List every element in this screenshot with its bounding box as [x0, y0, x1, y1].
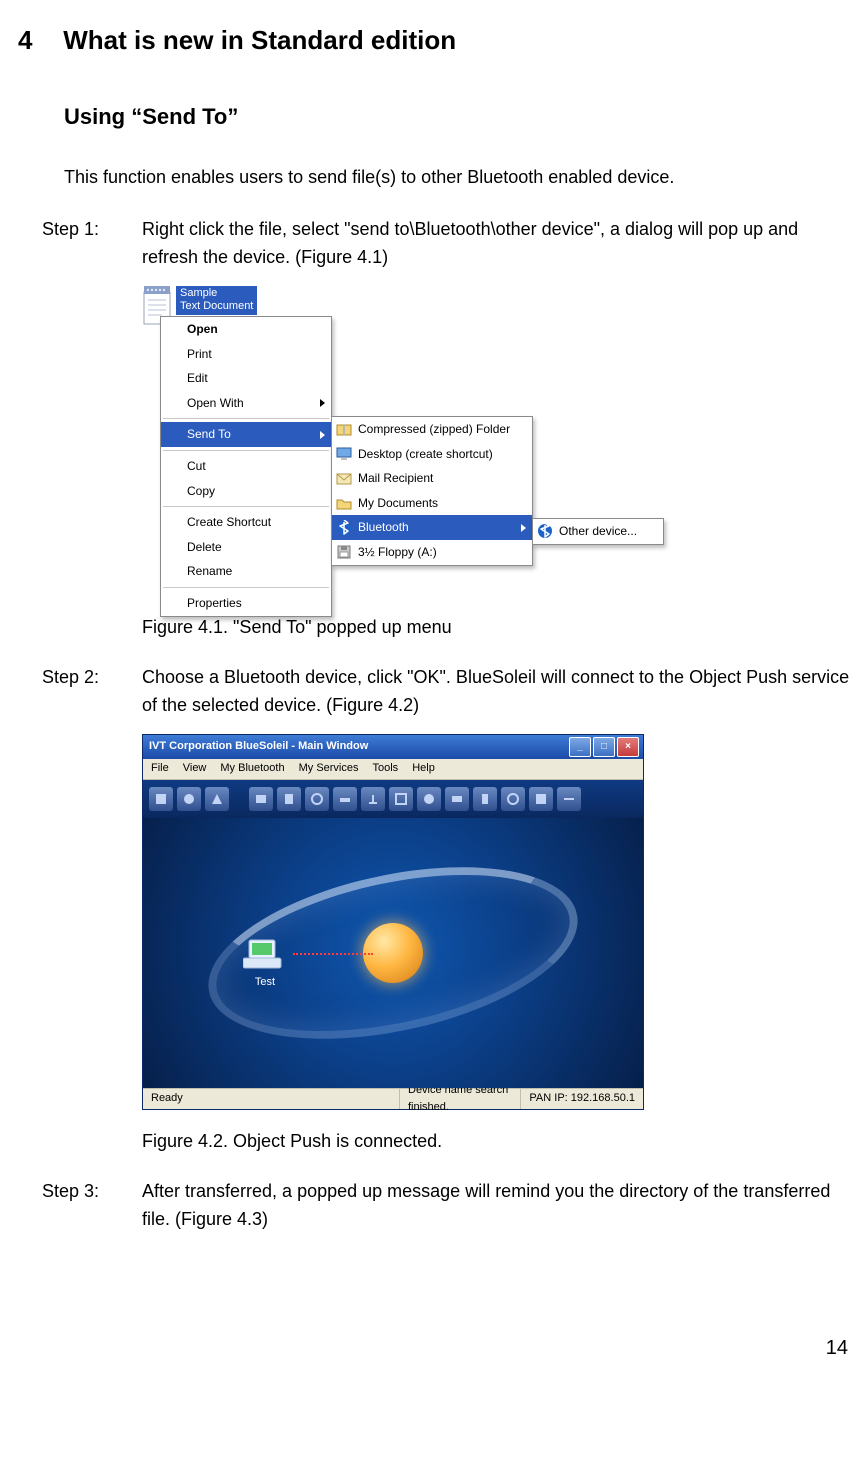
- menu-separator: [163, 450, 329, 451]
- bluetooth-icon: [537, 523, 553, 539]
- menu-mybluetooth[interactable]: My Bluetooth: [220, 760, 284, 777]
- remote-device[interactable]: Test: [243, 936, 287, 991]
- window-statusbar: Ready Device name search finished. PAN I…: [143, 1088, 643, 1109]
- menu-file[interactable]: File: [151, 760, 169, 777]
- menu-rename[interactable]: Rename: [161, 559, 331, 584]
- computer-icon: [243, 936, 287, 974]
- bt-other-device[interactable]: Other device...: [533, 519, 663, 544]
- zip-folder-icon: [336, 421, 352, 437]
- toolbar-icon[interactable]: [149, 787, 173, 811]
- step-2: Step 2: Choose a Bluetooth device, click…: [42, 664, 854, 720]
- page-number: 14: [18, 1333, 854, 1364]
- folder-icon: [336, 495, 352, 511]
- file-label: Sample Text Document: [176, 286, 257, 315]
- menu-separator: [163, 418, 329, 419]
- menu-print[interactable]: Print: [161, 342, 331, 367]
- maximize-button[interactable]: □: [593, 737, 615, 757]
- figure-4-1-caption: Figure 4.1. "Send To" popped up menu: [142, 614, 854, 642]
- toolbar-icon[interactable]: [501, 787, 525, 811]
- chevron-right-icon: [320, 399, 325, 407]
- toolbar-icon[interactable]: [529, 787, 553, 811]
- device-label: Test: [243, 974, 287, 991]
- step-1-text: Right click the file, select "send to\Bl…: [142, 216, 854, 272]
- step-3: Step 3: After transferred, a popped up m…: [42, 1178, 854, 1234]
- desktop-icon: [336, 446, 352, 462]
- connection-line-icon: [293, 953, 373, 955]
- toolbar-icon[interactable]: [333, 787, 357, 811]
- chevron-right-icon: [320, 431, 325, 439]
- chevron-right-icon: [521, 524, 526, 532]
- context-menu: Open Print Edit Open With Send To Cut Co…: [160, 316, 332, 617]
- toolbar-icon[interactable]: [445, 787, 469, 811]
- toolbar-icon[interactable]: [205, 787, 229, 811]
- menu-open[interactable]: Open: [161, 317, 331, 342]
- menu-tools[interactable]: Tools: [373, 760, 399, 777]
- bluetooth-submenu: Other device...: [532, 518, 664, 545]
- toolbar-icon[interactable]: [277, 787, 301, 811]
- status-center: Device name search finished.: [400, 1089, 521, 1109]
- figure-4-1: Sample Text Document Open Print Edit Ope…: [142, 286, 732, 596]
- bluetooth-icon: [336, 520, 352, 536]
- floppy-icon: [336, 544, 352, 560]
- section-number: 4: [18, 20, 56, 60]
- menu-delete[interactable]: Delete: [161, 535, 331, 560]
- menu-create-shortcut[interactable]: Create Shortcut: [161, 510, 331, 535]
- mail-icon: [336, 471, 352, 487]
- window-titlebar: IVT Corporation BlueSoleil - Main Window…: [143, 735, 643, 759]
- step-1: Step 1: Right click the file, select "se…: [42, 216, 854, 272]
- menu-copy[interactable]: Copy: [161, 479, 331, 504]
- close-button[interactable]: ×: [617, 737, 639, 757]
- step-2-label: Step 2:: [42, 664, 142, 720]
- step-2-text: Choose a Bluetooth device, click "OK". B…: [142, 664, 854, 720]
- step-1-label: Step 1:: [42, 216, 142, 272]
- toolbar-icon[interactable]: [361, 787, 385, 811]
- step-3-label: Step 3:: [42, 1178, 142, 1234]
- section-heading: 4 What is new in Standard edition: [18, 20, 854, 60]
- toolbar-icon[interactable]: [249, 787, 273, 811]
- subsection-heading: Using “Send To”: [64, 100, 854, 134]
- sendto-submenu: Compressed (zipped) Folder Desktop (crea…: [331, 416, 533, 566]
- menu-view[interactable]: View: [183, 760, 207, 777]
- sendto-floppy[interactable]: 3½ Floppy (A:): [332, 540, 532, 565]
- menu-send-to[interactable]: Send To: [161, 422, 331, 447]
- window-title: IVT Corporation BlueSoleil - Main Window: [149, 738, 368, 755]
- status-left: Ready: [143, 1089, 400, 1109]
- window-toolbar: [143, 780, 643, 818]
- menu-myservices[interactable]: My Services: [299, 760, 359, 777]
- figure-4-2: IVT Corporation BlueSoleil - Main Window…: [142, 734, 644, 1110]
- menu-open-with[interactable]: Open With: [161, 391, 331, 416]
- sendto-mail[interactable]: Mail Recipient: [332, 466, 532, 491]
- bluesoleil-canvas: Test: [143, 818, 643, 1088]
- sendto-mydocs[interactable]: My Documents: [332, 491, 532, 516]
- step-3-text: After transferred, a popped up message w…: [142, 1178, 854, 1234]
- menu-cut[interactable]: Cut: [161, 454, 331, 479]
- minimize-button[interactable]: _: [569, 737, 591, 757]
- intro-paragraph: This function enables users to send file…: [64, 164, 854, 192]
- sendto-zip[interactable]: Compressed (zipped) Folder: [332, 417, 532, 442]
- toolbar-icon[interactable]: [389, 787, 413, 811]
- sendto-desktop[interactable]: Desktop (create shortcut): [332, 442, 532, 467]
- figure-4-2-caption: Figure 4.2. Object Push is connected.: [142, 1128, 854, 1156]
- toolbar-icon[interactable]: [473, 787, 497, 811]
- menu-separator: [163, 587, 329, 588]
- menu-edit[interactable]: Edit: [161, 366, 331, 391]
- toolbar-icon[interactable]: [557, 787, 581, 811]
- status-right: PAN IP: 192.168.50.1: [521, 1089, 643, 1109]
- section-title: What is new in Standard edition: [63, 25, 456, 55]
- window-menubar: File View My Bluetooth My Services Tools…: [143, 759, 643, 780]
- menu-separator: [163, 506, 329, 507]
- sendto-bluetooth[interactable]: Bluetooth: [332, 515, 532, 540]
- toolbar-icon[interactable]: [177, 787, 201, 811]
- menu-help[interactable]: Help: [412, 760, 435, 777]
- toolbar-icon[interactable]: [417, 787, 441, 811]
- menu-properties[interactable]: Properties: [161, 591, 331, 616]
- toolbar-icon[interactable]: [305, 787, 329, 811]
